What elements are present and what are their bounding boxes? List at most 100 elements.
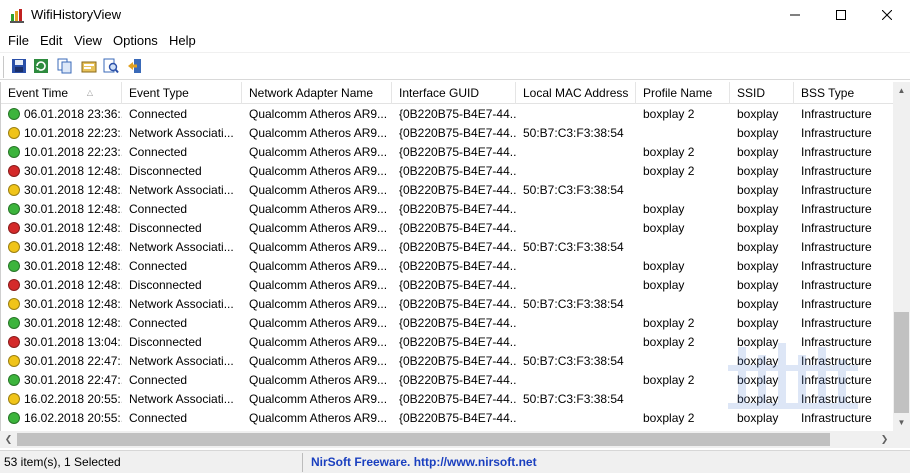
cell-event-time: 30.01.2018 13:04:...: [24, 335, 122, 349]
cell-event-type: Network Associati...: [129, 297, 234, 311]
vertical-scroll-thumb[interactable]: [894, 312, 909, 413]
cell-bss-type: Infrastructure: [801, 145, 872, 159]
cell-event-type: Connected: [129, 411, 188, 425]
cell-event-time: 30.01.2018 12:48:...: [24, 297, 122, 311]
cell-bss-type: Infrastructure: [801, 297, 872, 311]
window-title: WifiHistoryView: [31, 7, 122, 22]
cell-ssid: boxplay: [737, 126, 779, 140]
column-header-local-mac[interactable]: Local MAC Address: [516, 82, 636, 104]
column-header-interface-guid[interactable]: Interface GUID: [392, 82, 516, 104]
cell-bss-type: Infrastructure: [801, 107, 872, 121]
cell-event-type: Connected: [129, 145, 188, 159]
vertical-scrollbar[interactable]: ▲ ▼: [893, 82, 910, 431]
chevron-left-icon: ❮: [4, 434, 13, 444]
horizontal-scrollbar[interactable]: ❮ ❯: [0, 431, 893, 448]
cell-ssid: boxplay: [737, 316, 779, 330]
cell-event-type: Connected: [129, 107, 188, 121]
copy-button[interactable]: [55, 57, 75, 77]
item-count-status: 53 item(s), 1 Selected: [4, 455, 121, 469]
cell-local-mac: 50:B7:C3:F3:38:54: [523, 297, 624, 311]
table-row[interactable]: 16.02.2018 20:55:... Connected Qualcomm At…: [1, 409, 893, 428]
cell-interface-guid: {0B220B75-B4E7-44...: [399, 221, 516, 235]
table-row[interactable]: 30.01.2018 12:48:... Disconnected Qualcomm…: [1, 276, 893, 295]
cell-adapter-name: Qualcomm Atheros AR9...: [249, 297, 388, 311]
cell-ssid: boxplay: [737, 297, 779, 311]
cell-adapter-name: Qualcomm Atheros AR9...: [249, 259, 388, 273]
table-row[interactable]: 30.01.2018 12:48:... Network Associati...…: [1, 295, 893, 314]
table-row[interactable]: 10.01.2018 22:23:... Connected Qualcomm At…: [1, 143, 893, 162]
scroll-right-button[interactable]: ❯: [876, 431, 893, 448]
cell-interface-guid: {0B220B75-B4E7-44...: [399, 107, 516, 121]
close-button[interactable]: [864, 0, 910, 31]
cell-profile-name: [643, 295, 730, 314]
menu-options[interactable]: Options: [113, 33, 158, 48]
table-row[interactable]: 30.01.2018 12:48:... Network Associati...…: [1, 238, 893, 257]
menu-help[interactable]: Help: [169, 33, 196, 48]
cell-event-time: 10.01.2018 22:23:...: [24, 145, 122, 159]
table-row[interactable]: 06.01.2018 23:36:... Connected Qualcomm At…: [1, 105, 893, 124]
properties-button[interactable]: [79, 57, 99, 77]
cell-ssid: boxplay: [737, 145, 779, 159]
cell-bss-type: Infrastructure: [801, 164, 872, 178]
chevron-down-icon: ▼: [897, 418, 906, 427]
table-row[interactable]: 30.01.2018 12:48:... Connected Qualcomm At…: [1, 314, 893, 333]
cell-ssid: boxplay: [737, 259, 779, 273]
exit-button[interactable]: [125, 57, 145, 77]
cell-profile-name: boxplay 2: [643, 373, 695, 387]
cell-local-mac: [523, 333, 636, 352]
menu-view[interactable]: View: [74, 33, 102, 48]
scroll-left-button[interactable]: ❮: [0, 431, 17, 448]
cell-ssid: boxplay: [737, 183, 779, 197]
event-list[interactable]: Event Time △ Event Type Network Adapter …: [0, 82, 893, 431]
cell-adapter-name: Qualcomm Atheros AR9...: [249, 202, 388, 216]
close-icon: [881, 9, 893, 23]
table-row[interactable]: 30.01.2018 22:47:... Connected Qualcomm At…: [1, 371, 893, 390]
cell-event-time: 30.01.2018 12:48:...: [24, 240, 122, 254]
table-row[interactable]: 30.01.2018 22:47:... Network Associati...…: [1, 352, 893, 371]
refresh-button[interactable]: [31, 57, 51, 77]
table-row[interactable]: 30.01.2018 13:04:... Disconnected Qualcomm…: [1, 333, 893, 352]
cell-adapter-name: Qualcomm Atheros AR9...: [249, 392, 388, 406]
cell-ssid: boxplay: [737, 373, 779, 387]
table-row[interactable]: 30.01.2018 12:48:... Connected Qualcomm At…: [1, 200, 893, 219]
cell-event-type: Connected: [129, 316, 188, 330]
cell-local-mac: [523, 314, 636, 333]
horizontal-scroll-thumb[interactable]: [17, 433, 830, 446]
table-row[interactable]: 16.02.2018 20:55:... Network Associati...…: [1, 390, 893, 409]
cell-event-time: 30.01.2018 12:48:...: [24, 221, 122, 235]
cell-profile-name: boxplay 2: [643, 107, 695, 121]
cell-ssid: boxplay: [737, 354, 779, 368]
save-button[interactable]: [9, 57, 29, 77]
cell-adapter-name: Qualcomm Atheros AR9...: [249, 354, 388, 368]
scroll-up-button[interactable]: ▲: [893, 82, 910, 99]
cell-profile-name: boxplay: [643, 259, 685, 273]
scroll-down-button[interactable]: ▼: [893, 414, 910, 431]
cell-ssid: boxplay: [737, 392, 779, 406]
column-header-ssid[interactable]: SSID: [730, 82, 794, 104]
cell-interface-guid: {0B220B75-B4E7-44...: [399, 411, 516, 425]
minimize-button[interactable]: [772, 0, 818, 31]
table-row[interactable]: 30.01.2018 12:48:... Connected Qualcomm At…: [1, 257, 893, 276]
table-row[interactable]: 10.01.2018 22:23:... Network Associati...…: [1, 124, 893, 143]
table-row[interactable]: 30.01.2018 12:48:... Disconnected Qualcomm…: [1, 162, 893, 181]
cell-event-time: 16.02.2018 20:55:...: [24, 411, 122, 425]
find-button[interactable]: [101, 57, 121, 77]
cell-adapter-name: Qualcomm Atheros AR9...: [249, 278, 388, 292]
column-header-adapter-name[interactable]: Network Adapter Name: [242, 82, 392, 104]
menu-edit[interactable]: Edit: [40, 33, 62, 48]
cell-interface-guid: {0B220B75-B4E7-44...: [399, 354, 516, 368]
column-header-event-time[interactable]: Event Time △: [1, 82, 122, 104]
cell-interface-guid: {0B220B75-B4E7-44...: [399, 392, 516, 406]
cell-interface-guid: {0B220B75-B4E7-44...: [399, 164, 516, 178]
table-row[interactable]: 30.01.2018 12:48:... Network Associati...…: [1, 181, 893, 200]
table-row[interactable]: 30.01.2018 12:48:... Disconnected Qualcomm…: [1, 219, 893, 238]
column-header-profile-name[interactable]: Profile Name: [636, 82, 730, 104]
menu-file[interactable]: File: [8, 33, 29, 48]
column-header-bss-type[interactable]: BSS Type: [794, 82, 893, 104]
cell-adapter-name: Qualcomm Atheros AR9...: [249, 107, 388, 121]
cell-interface-guid: {0B220B75-B4E7-44...: [399, 183, 516, 197]
maximize-button[interactable]: [818, 0, 864, 31]
nirsoft-link[interactable]: NirSoft Freeware. http://www.nirsoft.net: [311, 455, 537, 469]
column-header-event-type[interactable]: Event Type: [122, 82, 242, 104]
cell-event-time: 16.02.2018 20:55:...: [24, 392, 122, 406]
